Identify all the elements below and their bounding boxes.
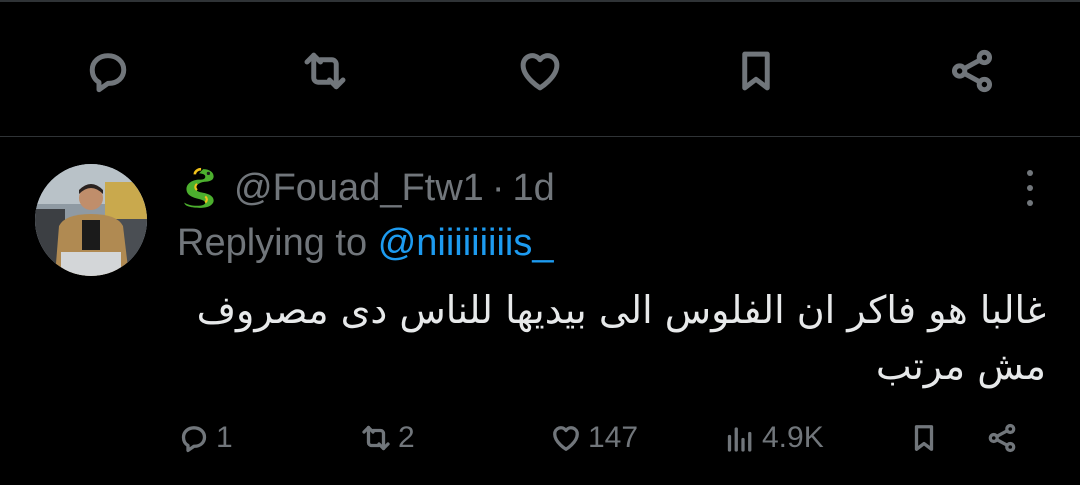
thread-divider: [0, 136, 1080, 137]
heart-icon: [553, 426, 579, 451]
author-handle[interactable]: @Fouad_Ftw1: [234, 167, 484, 210]
retweet-icon: [304, 52, 346, 90]
avatar[interactable]: [35, 164, 147, 276]
bookmark-button[interactable]: [906, 412, 946, 464]
retweet-count-button[interactable]: 2: [358, 412, 415, 464]
more-dot-icon: [1027, 185, 1033, 191]
comment-icon: [89, 53, 127, 93]
views-count-button[interactable]: 4.9K: [722, 412, 824, 464]
replying-prefix: Replying to: [177, 222, 368, 264]
top-divider: [0, 0, 1080, 2]
views-chart-icon: [727, 427, 752, 452]
reply-count-button[interactable]: 1: [176, 412, 233, 464]
timestamp[interactable]: 1d: [512, 167, 554, 210]
avatar-photo: [35, 164, 147, 276]
bookmark-icon: [742, 51, 770, 91]
more-dot-icon: [1027, 200, 1033, 206]
more-options-button[interactable]: [1020, 166, 1040, 210]
replying-to-line: Replying to @niiiiiiiiis_: [177, 222, 554, 265]
reply-header: @Fouad_Ftw1 · 1d: [178, 164, 555, 212]
reply-button[interactable]: [78, 36, 138, 106]
like-count: 147: [588, 421, 639, 454]
comment-icon: [181, 426, 207, 453]
like-count-button[interactable]: 147: [548, 412, 638, 464]
tweet-thread: @Fouad_Ftw1 · 1d Replying to @niiiiiiiii…: [0, 0, 1080, 485]
like-button[interactable]: [510, 36, 570, 106]
reply-count: 1: [216, 421, 233, 454]
bookmark-icon: [914, 425, 934, 451]
share-button[interactable]: [984, 412, 1024, 464]
share-button[interactable]: [942, 36, 1002, 106]
share-icon: [988, 423, 1016, 453]
dragon-emoji-icon: [184, 167, 214, 208]
share-icon: [951, 49, 993, 93]
tweet-text: غالبا هو فاكر ان الفلوس الى بيديها للناس…: [196, 288, 1046, 388]
retweet-count: 2: [398, 421, 415, 454]
reply-action-bar: 1 2 147 4.9K: [0, 412, 1080, 464]
separator-dot: ·: [491, 166, 505, 209]
parent-tweet-action-bar: [0, 36, 1080, 106]
bookmark-button[interactable]: [726, 36, 786, 106]
more-dot-icon: [1027, 170, 1033, 176]
heart-icon: [520, 53, 560, 91]
views-count: 4.9K: [762, 421, 824, 454]
retweet-icon: [362, 425, 390, 451]
replying-to-mention[interactable]: @niiiiiiiiis_: [378, 222, 554, 264]
retweet-button[interactable]: [295, 36, 355, 106]
